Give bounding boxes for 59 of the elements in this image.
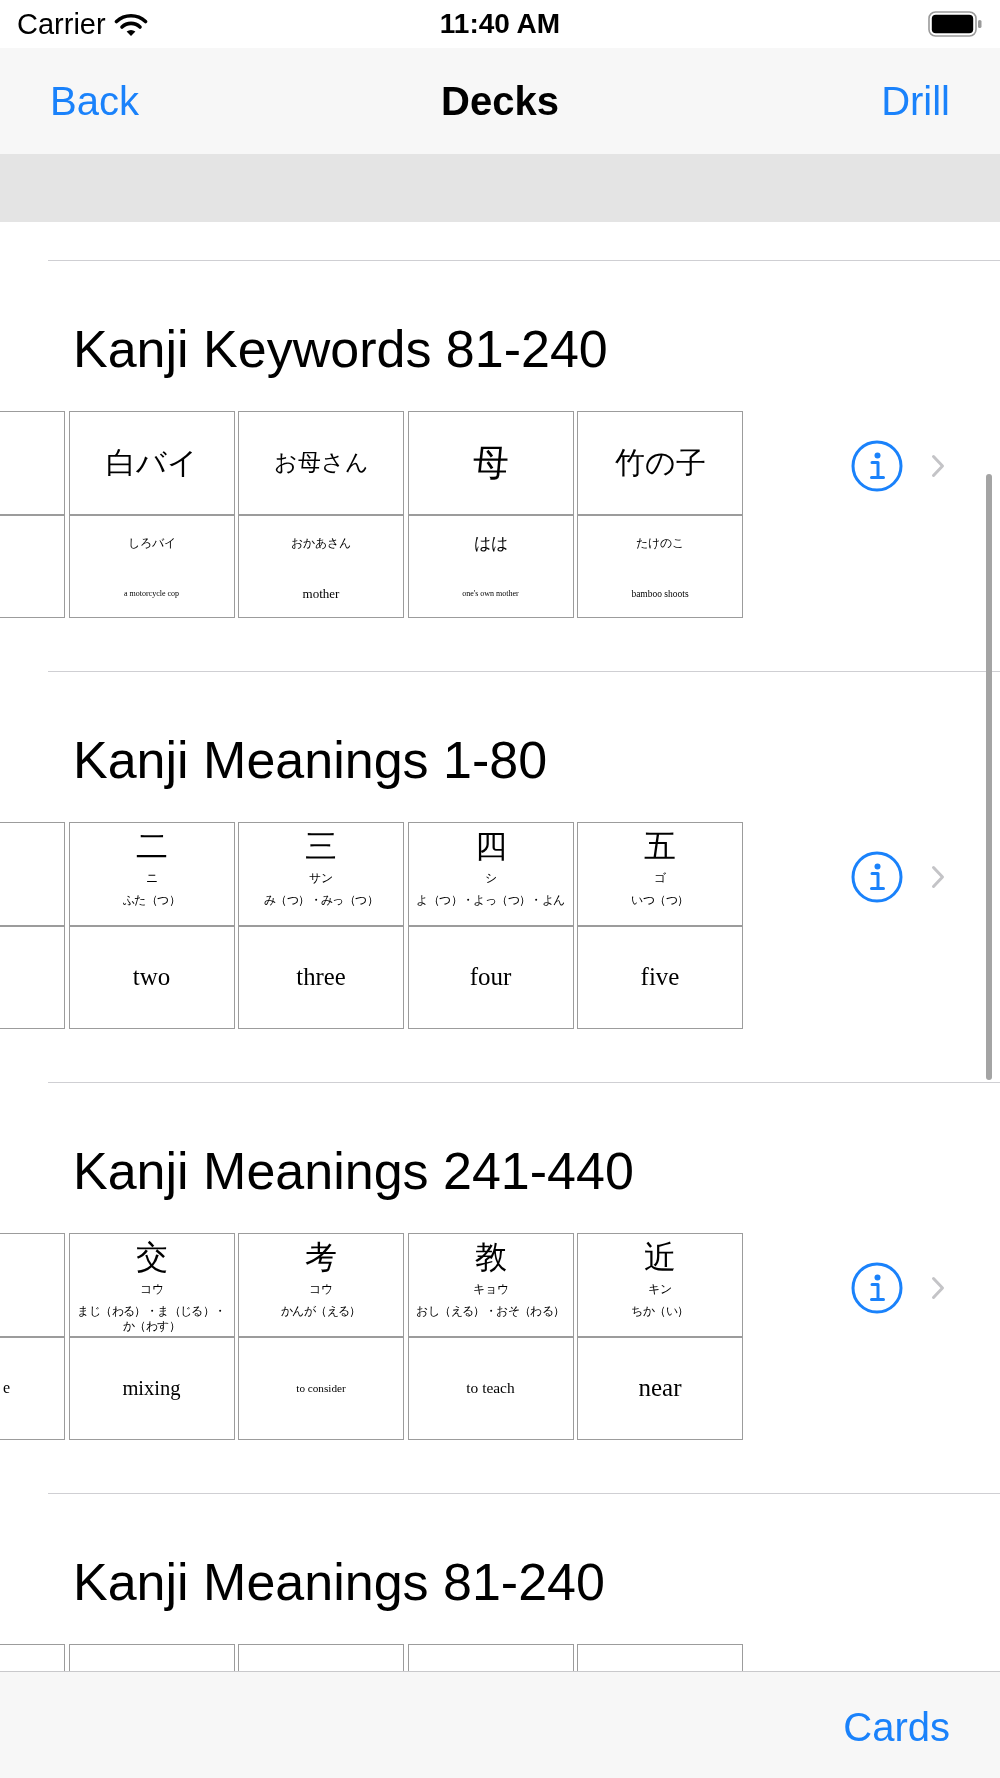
kun-reading-text: よ（つ）・よっ（つ）・よん [416,893,565,908]
reading-text: キョウ [472,1282,509,1297]
meaning-text: two [132,962,171,993]
word-text: 母 [472,442,509,484]
kanji-text: 近 [644,1239,676,1275]
reading-text: コウ [139,1282,164,1297]
meaning-text: to consider [296,1381,346,1395]
chevron-icon [931,865,945,889]
kun-reading-text: み（つ）・みっ（つ） [264,893,378,908]
reading-text: しろバイ [127,534,176,552]
reading-text: コウ [309,1282,333,1297]
reading-text: シ [484,871,497,886]
back-button[interactable]: Back [50,78,139,124]
chevron-icon [931,1276,945,1300]
kun-reading-text: おし（える）・おそ（わる） [416,1304,565,1319]
kanji-text: 二 [135,828,168,864]
kun-reading-text: まじ（わる）・ま（じる）・か（わす） [76,1304,227,1334]
word-text: 竹の子 [614,445,706,480]
wifi-icon [113,11,148,37]
meaning-text: bamboo shoots [631,587,689,601]
info-icon[interactable] [851,440,903,492]
cards-button[interactable]: Cards [843,1704,950,1750]
meaning-text: five [640,962,680,993]
meaning-text: a motorcycle cop [123,587,180,600]
kun-reading-text: ちか（い） [631,1304,689,1319]
meaning-text: e [2,1378,10,1399]
kanji-text: 五 [644,828,676,864]
info-icon[interactable] [851,1262,903,1314]
kun-reading-text: いつ（つ） [631,893,689,908]
meaning-text: near [638,1373,682,1404]
reading-text: たけのこ [636,534,684,552]
kanji-text: 教 [474,1239,507,1275]
kun-reading-text: ふた（つ） [123,893,180,908]
reading-text: サン [309,871,333,886]
kanji-text: 交 [135,1239,168,1275]
meaning-text: mother [302,584,340,603]
reading-text: ゴ [654,871,666,886]
chevron-icon [931,454,945,478]
meaning-text: mixing [122,1375,181,1401]
meaning-text: one's own mother [462,587,519,600]
battery-icon [928,11,982,37]
kanji-text: 三 [305,828,337,864]
kun-reading-text: かんが（える） [281,1304,361,1319]
meaning-text: to teach [466,1379,515,1398]
word-text: お母さん [273,449,369,476]
reading-text: キン [648,1282,672,1297]
clock-time: 11:40 AM [439,7,561,41]
meaning-text: three [296,962,346,993]
reading-text: おかあさん [291,534,351,552]
nav-title: Decks [441,78,559,124]
info-icon[interactable] [851,851,903,903]
kanji-text: 四 [474,828,507,864]
kanji-text: 考 [305,1239,337,1275]
meaning-text: four [469,962,512,993]
drill-button[interactable]: Drill [881,78,950,124]
reading-text: はは [473,531,508,554]
word-text: 白バイ [105,445,198,480]
reading-text: ニ [145,871,158,886]
carrier-name: Carrier [17,7,106,41]
